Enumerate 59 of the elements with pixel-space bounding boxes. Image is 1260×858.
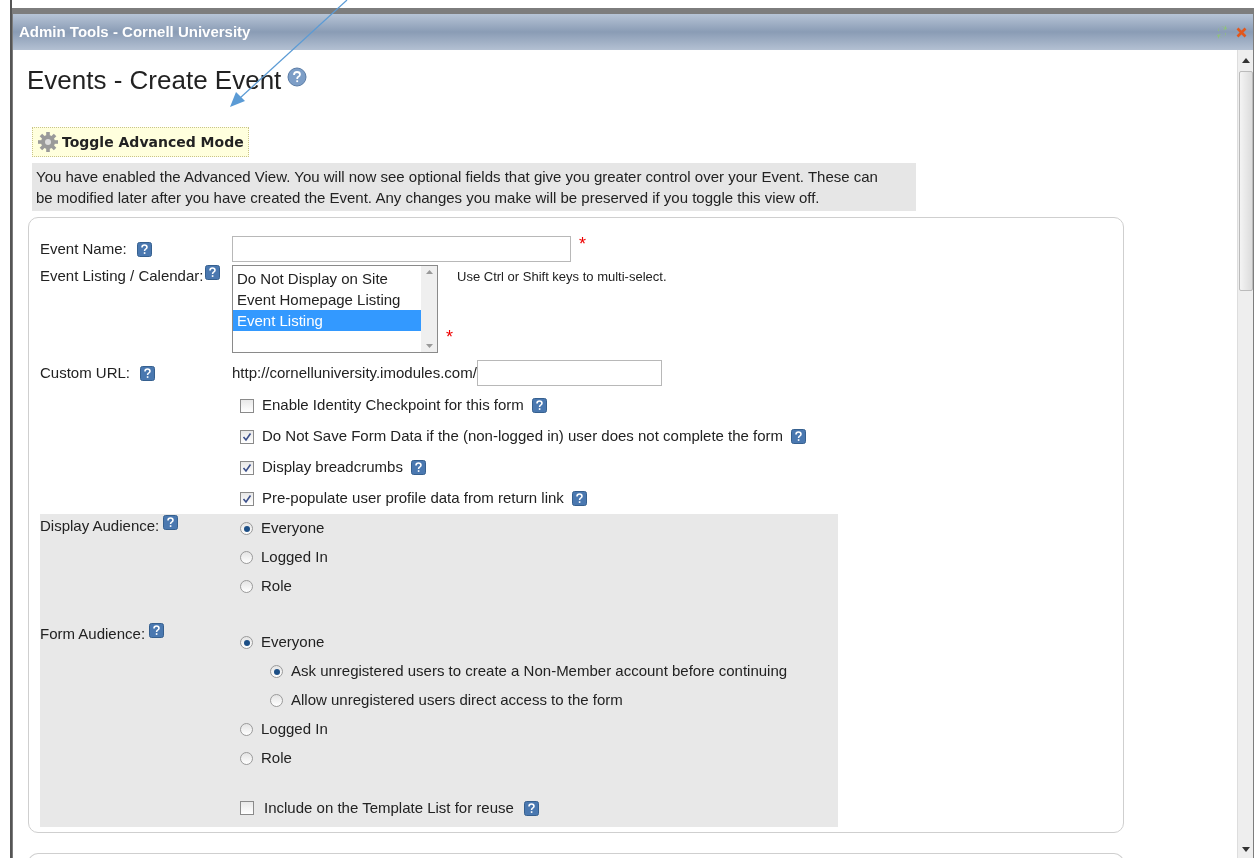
radio-label[interactable]: Everyone <box>261 517 325 540</box>
scrollbar[interactable] <box>1237 50 1253 858</box>
url-prefix: http://cornelluniversity.imodules.com/ <box>232 362 477 383</box>
radio-button[interactable] <box>240 551 253 564</box>
radio-label[interactable]: Allow unregistered users direct access to the form <box>291 689 623 712</box>
required-mark: * <box>446 327 453 347</box>
custom-url-field[interactable] <box>476 360 662 386</box>
radio-label[interactable]: Logged In <box>261 546 328 569</box>
help-icon[interactable] <box>287 67 308 87</box>
help-icon[interactable] <box>791 429 807 444</box>
radio-button[interactable] <box>240 636 253 649</box>
toggle-advanced-mode-button[interactable]: Toggle Advanced Mode <box>32 127 249 157</box>
radio-label[interactable]: Role <box>261 747 292 770</box>
radio-label[interactable]: Everyone <box>261 631 325 654</box>
radio-button[interactable] <box>240 723 253 736</box>
scroll-down-arrow-icon[interactable] <box>1241 847 1250 852</box>
help-icon[interactable] <box>136 241 152 257</box>
checkbox-label[interactable]: Display breadcrumbs <box>262 456 403 479</box>
listbox-option[interactable]: Do Not Display on Site <box>233 268 421 289</box>
advanced-view-notice: You have enabled the Advanced View. You will now see optional fields that give you greater control over your Event. These can be modified later after you have created the Event. Any changes you make will be preserved if you toggle this view off. <box>32 163 916 211</box>
checkbox-label[interactable]: Do Not Save Form Data if the (non-logged in) user does not complete the form <box>262 425 784 448</box>
gear-icon <box>37 131 59 153</box>
radio-label[interactable]: Ask unregistered users to create a Non-Member account before continuing <box>291 660 788 683</box>
help-icon[interactable] <box>410 460 426 475</box>
multi-select-hint: Use Ctrl or Shift keys to multi-select. <box>457 268 667 286</box>
scrollbar-thumb[interactable] <box>1238 71 1253 291</box>
checkbox[interactable] <box>240 429 254 444</box>
radio-label[interactable]: Role <box>261 575 292 598</box>
help-icon[interactable] <box>149 623 165 638</box>
required-mark: * <box>579 233 586 254</box>
checkbox[interactable] <box>240 491 254 506</box>
field-label: Event Name: <box>40 238 127 259</box>
radio-button[interactable] <box>270 694 283 707</box>
help-icon[interactable] <box>205 265 221 280</box>
checkbox-label[interactable]: Include on the Template List for reuse <box>264 796 514 820</box>
listbox-option[interactable]: Event Homepage Listing <box>233 289 421 310</box>
help-icon[interactable] <box>140 365 156 381</box>
help-icon[interactable] <box>531 398 547 413</box>
field-label: Custom URL: <box>40 362 131 383</box>
event-name-field[interactable] <box>232 236 571 262</box>
field-label: Event Listing / Calendar: <box>40 266 204 286</box>
checkbox[interactable] <box>240 801 254 815</box>
field-label: Display Audience: <box>40 516 160 536</box>
field-label: Form Audience: <box>40 624 146 644</box>
radio-label[interactable]: Logged In <box>261 718 328 741</box>
scroll-up-arrow-icon[interactable] <box>1241 58 1250 63</box>
window-title: Admin Tools - Cornell University <box>19 21 252 42</box>
radio-button[interactable] <box>240 752 253 765</box>
radio-button[interactable] <box>270 665 283 678</box>
help-icon[interactable] <box>523 800 539 816</box>
help-icon[interactable] <box>163 515 179 530</box>
help-icon[interactable] <box>571 491 587 506</box>
radio-button[interactable] <box>240 522 253 535</box>
radio-button[interactable] <box>240 580 253 593</box>
checkbox[interactable] <box>240 398 254 413</box>
checkbox-label[interactable]: Enable Identity Checkpoint for this form <box>262 394 524 417</box>
event-listing-listbox[interactable]: Do Not Display on Site Event Homepage Listing Event Listing <box>232 265 438 353</box>
checkbox[interactable] <box>240 460 254 475</box>
checkbox-label[interactable]: Pre-populate user profile data from return link <box>262 487 564 510</box>
